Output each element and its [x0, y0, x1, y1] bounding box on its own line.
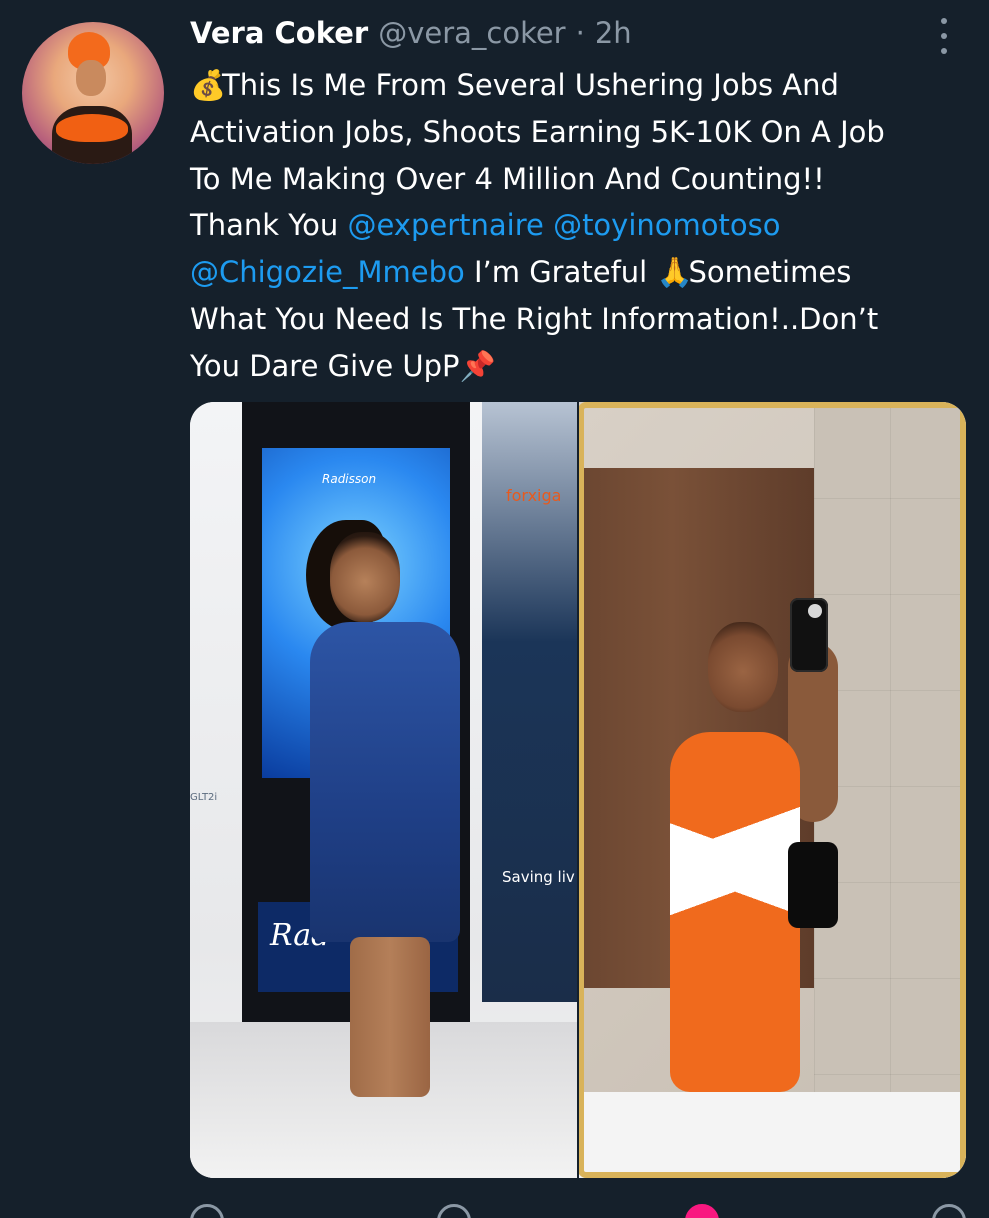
- avatar[interactable]: [22, 22, 164, 164]
- more-vertical-icon[interactable]: [936, 18, 952, 54]
- mention-spacer: [544, 208, 553, 242]
- woman-face: [330, 532, 400, 622]
- more-dot: [941, 33, 947, 39]
- tweet-text-line1: This Is Me From Several Ushering Jobs An…: [222, 68, 839, 102]
- money-bag-icon: 💰: [190, 68, 227, 102]
- more-dot: [941, 18, 947, 24]
- tweet-text: 💰This Is Me From Several Ushering Jobs A…: [190, 62, 970, 390]
- tweet-time[interactable]: 2h: [595, 16, 632, 50]
- tweet-line-6: What You Need Is The Right Information!.…: [190, 301, 879, 336]
- sometimes-text: Sometimes: [688, 255, 852, 290]
- tweet[interactable]: Vera Coker @vera_coker · 2h 💰This Is Me …: [0, 0, 989, 1218]
- retweet-icon[interactable]: [437, 1204, 472, 1218]
- praying-hands-icon: 🙏: [656, 255, 693, 290]
- avatar-face: [76, 60, 106, 96]
- woman-legs: [350, 937, 430, 1097]
- thank-you-text: Thank You: [190, 208, 348, 243]
- tweet-header: Vera Coker @vera_coker · 2h: [190, 16, 632, 56]
- banner-brand: forxiga: [506, 486, 562, 505]
- mention-chigozie-mmebo[interactable]: @Chigozie_Mmebo: [190, 255, 465, 289]
- woman-blue-dress: [310, 622, 460, 942]
- photo-right[interactable]: [578, 402, 966, 1178]
- tweet-line-7: You Dare Give UpP📌: [190, 343, 970, 390]
- media-separator: [577, 402, 579, 1178]
- share-icon[interactable]: [931, 1204, 966, 1218]
- avatar-top: [56, 114, 128, 142]
- grateful-text: I’m Grateful: [464, 255, 657, 290]
- tweet-line-2: Activation Jobs, Shoots Earning 5K-10K O…: [190, 114, 885, 149]
- tweet-line-3: To Me Making Over 4 Million And Counting…: [190, 161, 825, 196]
- tweet-line-1: 💰This Is Me From Several Ushering Jobs A…: [190, 62, 970, 109]
- give-up-text: You Dare Give UpP: [190, 348, 460, 383]
- photo-left[interactable]: Radisson forxiga Saving liv Rad GLT2i: [190, 402, 578, 1178]
- mention-expertnaire[interactable]: @expertnaire: [347, 208, 543, 242]
- heart-icon[interactable]: [684, 1204, 719, 1218]
- tweet-media[interactable]: Radisson forxiga Saving liv Rad GLT2i: [190, 402, 966, 1178]
- kiosk-brand: Radisson: [322, 472, 377, 486]
- author-name[interactable]: Vera Coker: [190, 16, 368, 50]
- pushpin-icon: 📌: [459, 348, 496, 383]
- reply-icon[interactable]: [190, 1204, 224, 1218]
- tweet-actions: [190, 1204, 966, 1218]
- stand-sign: GLT2i: [190, 792, 218, 803]
- mirror-frame: [578, 402, 966, 1178]
- banner-subtext: Saving liv: [502, 868, 575, 886]
- header-separator: ·: [575, 16, 585, 50]
- tweet-line-5: @Chigozie_Mmebo I’m Grateful 🙏Sometimes: [190, 249, 970, 296]
- tweet-line-4: Thank You @expertnaire @toyinomotoso: [190, 202, 970, 249]
- author-handle[interactable]: @vera_coker: [378, 16, 565, 50]
- mention-toyinomotoso[interactable]: @toyinomotoso: [553, 208, 780, 242]
- more-dot: [941, 48, 947, 54]
